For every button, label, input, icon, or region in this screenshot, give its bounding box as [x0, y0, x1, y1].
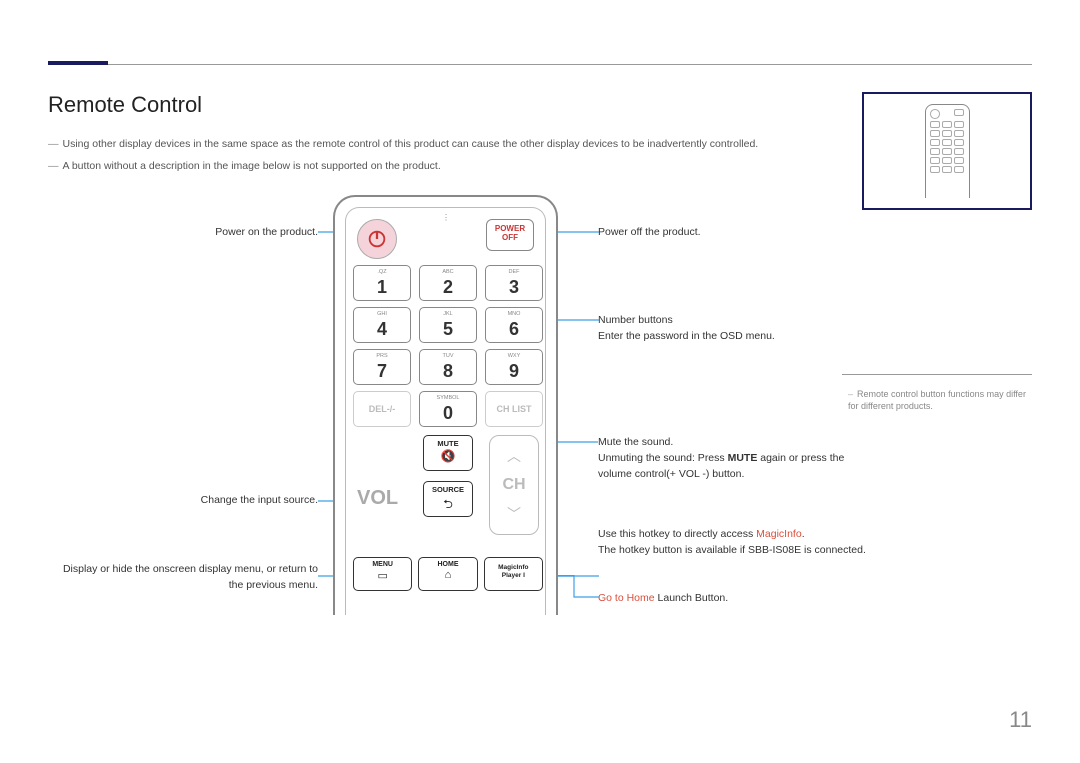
callout-source: Change the input source. — [48, 493, 318, 509]
mute-icon: 🔇 — [424, 449, 472, 463]
ir-dots-icon: ⋮ — [442, 213, 450, 222]
key-7: PRS7 — [353, 349, 411, 385]
key-5: JKL5 — [419, 307, 477, 343]
page-title: Remote Control — [48, 92, 202, 118]
chevron-up-icon: ︿ — [507, 446, 521, 466]
diagram: Power on the product. Change the input s… — [48, 195, 1032, 683]
callout-magicinfo: Use this hotkey to directly access Magic… — [598, 527, 878, 559]
callout-power-off: Power off the product. — [598, 225, 878, 241]
key-0: SYMBOL0 — [419, 391, 477, 427]
menu-icon: ▭ — [354, 569, 411, 582]
home-button: HOME⌂ — [418, 557, 477, 591]
key-9: WXY9 — [485, 349, 543, 385]
home-icon: ⌂ — [419, 569, 476, 581]
magicinfo-button: MagicInfoPlayer I — [484, 557, 543, 591]
source-button: SOURCE⮌ — [423, 481, 473, 517]
power-icon — [366, 228, 388, 250]
remote-body: ⋮ POWEROFF .QZ1 ABC2 DEF3 GHI4 JKL5 MNO6… — [333, 195, 558, 615]
remote-thumbnail — [925, 104, 970, 198]
key-3: DEF3 — [485, 265, 543, 301]
key-1: .QZ1 — [353, 265, 411, 301]
callout-power-on: Power on the product. — [48, 225, 318, 241]
key-chlist: CH LIST — [485, 391, 543, 427]
key-4: GHI4 — [353, 307, 411, 343]
vol-label: VOL — [357, 487, 398, 510]
page-number: 11 — [1009, 707, 1032, 733]
header-rule-accent — [48, 61, 108, 65]
header-rule — [48, 64, 1032, 65]
remote-thumbnail-box — [862, 92, 1032, 210]
callout-menu: Display or hide the onscreen display men… — [48, 562, 318, 594]
source-icon: ⮌ — [424, 495, 472, 516]
numpad: .QZ1 ABC2 DEF3 GHI4 JKL5 MNO6 PRS7 TUV8 … — [353, 265, 543, 433]
chevron-down-icon: ﹀ — [507, 504, 521, 524]
channel-rocker: ︿ CH ﹀ — [489, 435, 539, 535]
power-off-button: POWEROFF — [486, 219, 534, 251]
callout-mute: Mute the sound. Unmuting the sound: Pres… — [598, 435, 878, 482]
menu-button: MENU▭ — [353, 557, 412, 591]
power-button — [357, 219, 397, 259]
key-8: TUV8 — [419, 349, 477, 385]
note-1: ―Using other display devices in the same… — [48, 138, 758, 150]
callout-home: Go to Home Launch Button. — [598, 591, 878, 607]
note-2: ―A button without a description in the i… — [48, 160, 441, 172]
key-2: ABC2 — [419, 265, 477, 301]
key-del: DEL-/- — [353, 391, 411, 427]
mute-button: MUTE🔇 — [423, 435, 473, 471]
callout-numbers: Number buttons Enter the password in the… — [598, 313, 878, 345]
key-6: MNO6 — [485, 307, 543, 343]
